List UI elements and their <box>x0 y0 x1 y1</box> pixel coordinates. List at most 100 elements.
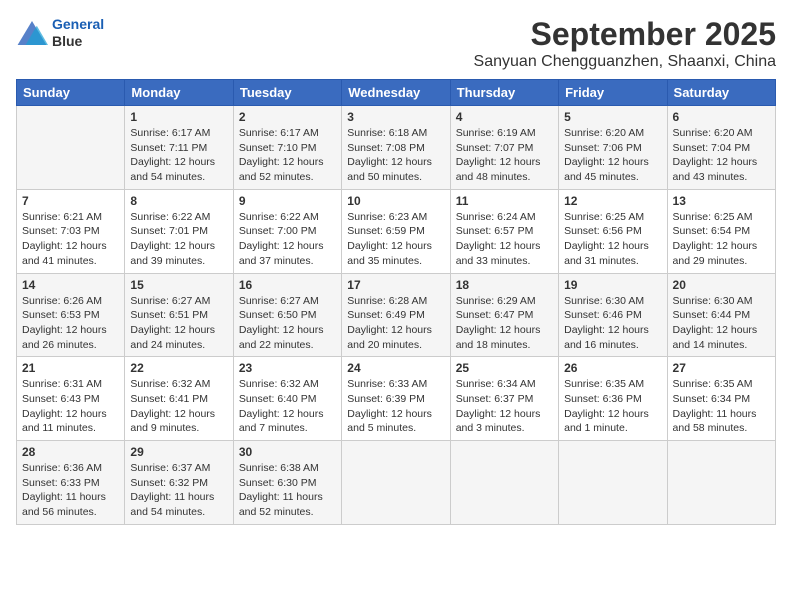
day-cell: 10Sunrise: 6:23 AMSunset: 6:59 PMDayligh… <box>342 189 450 273</box>
day-info: Sunrise: 6:27 AMSunset: 6:51 PMDaylight:… <box>130 294 227 353</box>
day-number: 24 <box>347 361 444 375</box>
day-number: 8 <box>130 194 227 208</box>
day-cell: 29 Sunrise: 6:37 AMSunset: 6:32 PMDayligh… <box>125 441 233 525</box>
week-row-4: 21 Sunrise: 6:31 AMSunset: 6:43 PMDayligh… <box>17 357 776 441</box>
day-number: 23 <box>239 361 336 375</box>
day-cell: 22 Sunrise: 6:32 AMSunset: 6:41 PMDayligh… <box>125 357 233 441</box>
day-info: Sunrise: 6:19 AMSunset: 7:07 PMDaylight:… <box>456 126 553 185</box>
day-info: Sunrise: 6:31 AMSunset: 6:43 PMDaylight:… <box>22 377 119 436</box>
calendar-header-row: SundayMondayTuesdayWednesdayThursdayFrid… <box>17 80 776 106</box>
day-number: 25 <box>456 361 553 375</box>
day-cell: 9 Sunrise: 6:22 AMSunset: 7:00 PMDaylight… <box>233 189 341 273</box>
day-number: 3 <box>347 110 444 124</box>
day-cell: 30Sunrise: 6:38 AMSunset: 6:30 PMDayligh… <box>233 441 341 525</box>
day-info: Sunrise: 6:25 AMSunset: 6:54 PMDaylight:… <box>673 210 770 269</box>
day-number: 18 <box>456 278 553 292</box>
day-info: Sunrise: 6:26 AMSunset: 6:53 PMDaylight:… <box>22 294 119 353</box>
day-info: Sunrise: 6:37 AMSunset: 6:32 PMDaylight:… <box>130 461 227 520</box>
day-number: 17 <box>347 278 444 292</box>
day-number: 4 <box>456 110 553 124</box>
day-cell: 2Sunrise: 6:17 AMSunset: 7:10 PMDaylight… <box>233 106 341 190</box>
day-number: 22 <box>130 361 227 375</box>
day-cell <box>17 106 125 190</box>
day-cell: 3 Sunrise: 6:18 AMSunset: 7:08 PMDaylight… <box>342 106 450 190</box>
day-cell: 21 Sunrise: 6:31 AMSunset: 6:43 PMDayligh… <box>17 357 125 441</box>
day-number: 30 <box>239 445 336 459</box>
logo-line1: General <box>52 16 104 32</box>
day-info: Sunrise: 6:35 AMSunset: 6:36 PMDaylight:… <box>564 377 661 436</box>
day-info: Sunrise: 6:35 AMSunset: 6:34 PMDaylight:… <box>673 377 770 436</box>
day-info: Sunrise: 6:32 AMSunset: 6:40 PMDaylight:… <box>239 377 336 436</box>
day-number: 21 <box>22 361 119 375</box>
day-info: Sunrise: 6:32 AMSunset: 6:41 PMDaylight:… <box>130 377 227 436</box>
day-info: Sunrise: 6:22 AMSunset: 7:00 PMDaylight:… <box>239 210 336 269</box>
header-thursday: Thursday <box>450 80 558 106</box>
day-number: 16 <box>239 278 336 292</box>
logo-text: General Blue <box>52 16 104 50</box>
day-cell: 8 Sunrise: 6:22 AMSunset: 7:01 PMDaylight… <box>125 189 233 273</box>
logo: General Blue <box>16 16 104 50</box>
day-cell: 1 Sunrise: 6:17 AMSunset: 7:11 PMDaylight… <box>125 106 233 190</box>
day-number: 27 <box>673 361 770 375</box>
day-number: 11 <box>456 194 553 208</box>
day-number: 26 <box>564 361 661 375</box>
day-number: 1 <box>130 110 227 124</box>
day-cell: 17 Sunrise: 6:28 AMSunset: 6:49 PMDayligh… <box>342 273 450 357</box>
header: General Blue September 2025 Sanyuan Chen… <box>16 16 776 71</box>
day-info: Sunrise: 6:34 AMSunset: 6:37 PMDaylight:… <box>456 377 553 436</box>
day-cell: 25 Sunrise: 6:34 AMSunset: 6:37 PMDayligh… <box>450 357 558 441</box>
week-row-2: 7 Sunrise: 6:21 AMSunset: 7:03 PMDaylight… <box>17 189 776 273</box>
day-cell: 7 Sunrise: 6:21 AMSunset: 7:03 PMDaylight… <box>17 189 125 273</box>
day-cell: 11 Sunrise: 6:24 AMSunset: 6:57 PMDayligh… <box>450 189 558 273</box>
day-info: Sunrise: 6:25 AMSunset: 6:56 PMDaylight:… <box>564 210 661 269</box>
header-wednesday: Wednesday <box>342 80 450 106</box>
day-number: 19 <box>564 278 661 292</box>
month-title: September 2025 <box>474 16 776 53</box>
day-info: Sunrise: 6:24 AMSunset: 6:57 PMDaylight:… <box>456 210 553 269</box>
day-cell: 13 Sunrise: 6:25 AMSunset: 6:54 PMDayligh… <box>667 189 775 273</box>
day-number: 29 <box>130 445 227 459</box>
day-number: 7 <box>22 194 119 208</box>
location-title: Sanyuan Chengguanzhen, Shaanxi, China <box>474 53 776 71</box>
day-info: Sunrise: 6:27 AMSunset: 6:50 PMDaylight:… <box>239 294 336 353</box>
header-saturday: Saturday <box>667 80 775 106</box>
day-info: Sunrise: 6:18 AMSunset: 7:08 PMDaylight:… <box>347 126 444 185</box>
day-number: 6 <box>673 110 770 124</box>
day-info: Sunrise: 6:28 AMSunset: 6:49 PMDaylight:… <box>347 294 444 353</box>
day-info: Sunrise: 6:17 AMSunset: 7:10 PMDaylight:… <box>239 126 336 185</box>
day-number: 5 <box>564 110 661 124</box>
day-info: Sunrise: 6:30 AMSunset: 6:44 PMDaylight:… <box>673 294 770 353</box>
day-number: 10 <box>347 194 444 208</box>
day-number: 14 <box>22 278 119 292</box>
week-row-5: 28Sunrise: 6:36 AMSunset: 6:33 PMDayligh… <box>17 441 776 525</box>
day-number: 13 <box>673 194 770 208</box>
day-info: Sunrise: 6:29 AMSunset: 6:47 PMDaylight:… <box>456 294 553 353</box>
day-cell <box>667 441 775 525</box>
day-info: Sunrise: 6:22 AMSunset: 7:01 PMDaylight:… <box>130 210 227 269</box>
day-cell <box>450 441 558 525</box>
week-row-1: 1 Sunrise: 6:17 AMSunset: 7:11 PMDaylight… <box>17 106 776 190</box>
day-cell: 20Sunrise: 6:30 AMSunset: 6:44 PMDayligh… <box>667 273 775 357</box>
week-row-3: 14 Sunrise: 6:26 AMSunset: 6:53 PMDayligh… <box>17 273 776 357</box>
day-cell: 14 Sunrise: 6:26 AMSunset: 6:53 PMDayligh… <box>17 273 125 357</box>
logo-line2: Blue <box>52 33 104 50</box>
day-cell: 24Sunrise: 6:33 AMSunset: 6:39 PMDayligh… <box>342 357 450 441</box>
day-cell: 28Sunrise: 6:36 AMSunset: 6:33 PMDayligh… <box>17 441 125 525</box>
day-cell: 4 Sunrise: 6:19 AMSunset: 7:07 PMDaylight… <box>450 106 558 190</box>
day-number: 9 <box>239 194 336 208</box>
day-cell <box>559 441 667 525</box>
day-cell: 12Sunrise: 6:25 AMSunset: 6:56 PMDayligh… <box>559 189 667 273</box>
day-info: Sunrise: 6:20 AMSunset: 7:06 PMDaylight:… <box>564 126 661 185</box>
day-cell: 18 Sunrise: 6:29 AMSunset: 6:47 PMDayligh… <box>450 273 558 357</box>
logo-icon <box>16 19 48 47</box>
day-cell: 26 Sunrise: 6:35 AMSunset: 6:36 PMDayligh… <box>559 357 667 441</box>
day-info: Sunrise: 6:17 AMSunset: 7:11 PMDaylight:… <box>130 126 227 185</box>
day-cell <box>342 441 450 525</box>
day-cell: 19Sunrise: 6:30 AMSunset: 6:46 PMDayligh… <box>559 273 667 357</box>
day-number: 15 <box>130 278 227 292</box>
title-area: September 2025 Sanyuan Chengguanzhen, Sh… <box>474 16 776 71</box>
day-cell: 15 Sunrise: 6:27 AMSunset: 6:51 PMDayligh… <box>125 273 233 357</box>
header-sunday: Sunday <box>17 80 125 106</box>
day-info: Sunrise: 6:21 AMSunset: 7:03 PMDaylight:… <box>22 210 119 269</box>
day-info: Sunrise: 6:36 AMSunset: 6:33 PMDaylight:… <box>22 461 119 520</box>
